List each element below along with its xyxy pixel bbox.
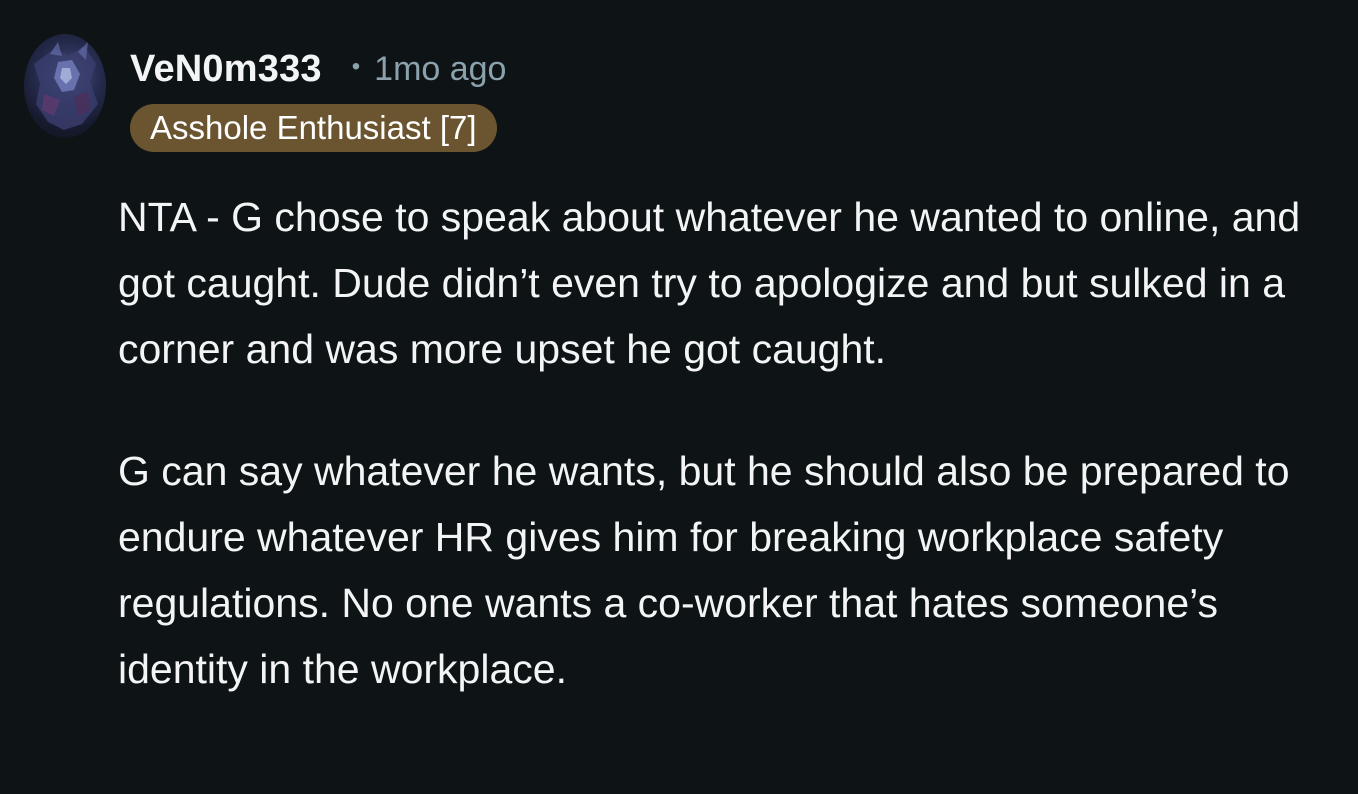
- comment-header: VeN0m333 • 1mo ago: [130, 44, 506, 94]
- user-avatar[interactable]: [24, 34, 106, 138]
- comment-paragraph: NTA - G chose to speak about whatever he…: [118, 194, 1301, 372]
- author-username[interactable]: VeN0m333: [130, 48, 322, 91]
- comment-timestamp[interactable]: 1mo ago: [374, 50, 506, 89]
- comment-body: NTA - G chose to speak about whatever he…: [118, 184, 1333, 702]
- comment-paragraph: G can say whatever he wants, but he shou…: [118, 448, 1290, 692]
- comment: VeN0m333 • 1mo ago Asshole Enthusiast [7…: [0, 0, 1358, 794]
- meta-separator: •: [351, 53, 361, 80]
- user-flair-badge: Asshole Enthusiast [7]: [130, 104, 497, 152]
- avatar-image-icon: [34, 42, 98, 130]
